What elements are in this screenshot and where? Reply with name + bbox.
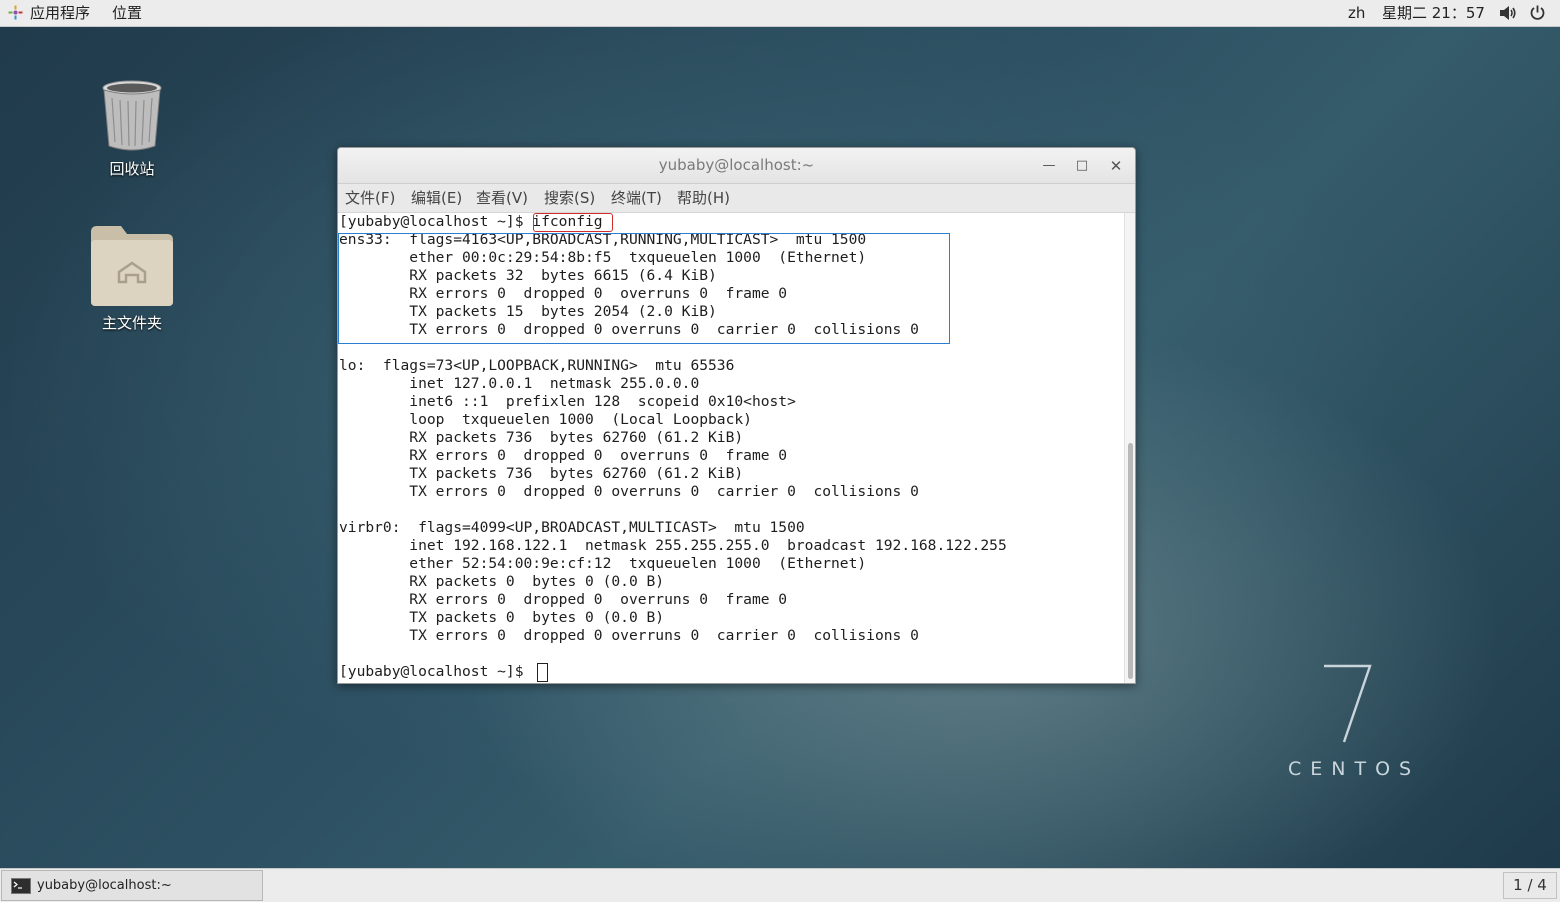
places-menu[interactable]: 位置	[112, 3, 142, 23]
bottom-taskbar: yubaby@localhost:~ 1 / 4	[0, 868, 1560, 902]
output-line: loop txqueuelen 1000 (Local Loopback)	[339, 411, 752, 428]
output-line: RX errors 0 dropped 0 overruns 0 frame 0	[339, 447, 788, 464]
workspace-indicator[interactable]: 1 / 4	[1503, 872, 1557, 899]
output-line: RX packets 0 bytes 0 (0.0 B)	[339, 573, 665, 590]
window-title: yubaby@localhost:~	[658, 156, 815, 174]
applications-icon	[8, 5, 23, 20]
menu-search[interactable]: 搜索(S)	[544, 188, 595, 208]
output-line: inet 192.168.122.1 netmask 255.255.255.0…	[339, 537, 1007, 554]
centos-logo-text: CENTOS	[1288, 758, 1421, 780]
output-line: inet6 ::1 prefixlen 128 scopeid 0x10<hos…	[339, 393, 796, 410]
command-highlight-box	[533, 213, 613, 232]
top-panel: 应用程序 位置 zh 星期二 21：57	[0, 0, 1560, 27]
menu-bar: 文件(F) 编辑(E) 查看(V) 搜索(S) 终端(T) 帮助(H)	[338, 184, 1135, 213]
output-line: TX packets 736 bytes 62760 (61.2 KiB)	[339, 465, 744, 482]
output-line: lo: flags=73<UP,LOOPBACK,RUNNING> mtu 65…	[339, 357, 735, 374]
home-folder-label: 主文件夹	[101, 314, 162, 332]
taskbar-terminal-item[interactable]: yubaby@localhost:~	[1, 870, 263, 901]
menu-edit[interactable]: 编辑(E)	[411, 188, 462, 208]
terminal-icon	[11, 878, 31, 894]
final-prompt-line: [yubaby@localhost ~]$	[339, 663, 533, 680]
trash-icon	[102, 80, 162, 151]
menu-help[interactable]: 帮助(H)	[677, 188, 730, 208]
close-button[interactable]: ✕	[1106, 156, 1126, 176]
home-folder-icon	[91, 226, 173, 306]
output-line: ether 52:54:00:9e:cf:12 txqueuelen 1000 …	[339, 555, 867, 572]
terminal-scrollbar[interactable]	[1124, 213, 1135, 683]
taskbar-item-label: yubaby@localhost:~	[37, 878, 172, 893]
output-line: inet 127.0.0.1 netmask 255.0.0.0	[339, 375, 700, 392]
menu-file[interactable]: 文件(F)	[345, 188, 395, 208]
clock[interactable]: 星期二 21：57	[1382, 3, 1485, 23]
applications-menu[interactable]: 应用程序	[30, 3, 90, 23]
menu-terminal[interactable]: 终端(T)	[611, 188, 662, 208]
trash-label: 回收站	[109, 160, 155, 178]
trash-desktop-icon[interactable]: 回收站	[77, 78, 187, 179]
minimize-button[interactable]: —	[1039, 156, 1059, 176]
output-line: virbr0: flags=4099<UP,BROADCAST,MULTICAS…	[339, 519, 805, 536]
centos-seven-logo	[1324, 664, 1372, 743]
output-line: TX errors 0 dropped 0 overruns 0 carrier…	[339, 483, 919, 500]
maximize-button[interactable]: □	[1072, 156, 1092, 176]
window-titlebar[interactable]: yubaby@localhost:~ — □ ✕	[338, 148, 1135, 184]
scrollbar-thumb[interactable]	[1128, 443, 1133, 679]
power-icon[interactable]	[1529, 4, 1546, 21]
menu-view[interactable]: 查看(V)	[476, 188, 528, 208]
input-language-indicator[interactable]: zh	[1348, 3, 1365, 23]
volume-icon[interactable]	[1499, 5, 1517, 21]
terminal-output[interactable]: [yubaby@localhost ~]$ ifconfig ens33: fl…	[338, 213, 1124, 683]
terminal-window[interactable]: yubaby@localhost:~ — □ ✕ 文件(F) 编辑(E) 查看(…	[337, 147, 1136, 684]
prompt: [yubaby@localhost ~]$	[339, 213, 533, 230]
output-line: TX errors 0 dropped 0 overruns 0 carrier…	[339, 627, 919, 644]
output-line: RX errors 0 dropped 0 overruns 0 frame 0	[339, 591, 788, 608]
ens33-highlight-box	[338, 233, 950, 344]
text-cursor	[537, 663, 548, 682]
home-folder-desktop-icon[interactable]: 主文件夹	[77, 224, 187, 333]
output-line: RX packets 736 bytes 62760 (61.2 KiB)	[339, 429, 744, 446]
output-line: TX packets 0 bytes 0 (0.0 B)	[339, 609, 665, 626]
